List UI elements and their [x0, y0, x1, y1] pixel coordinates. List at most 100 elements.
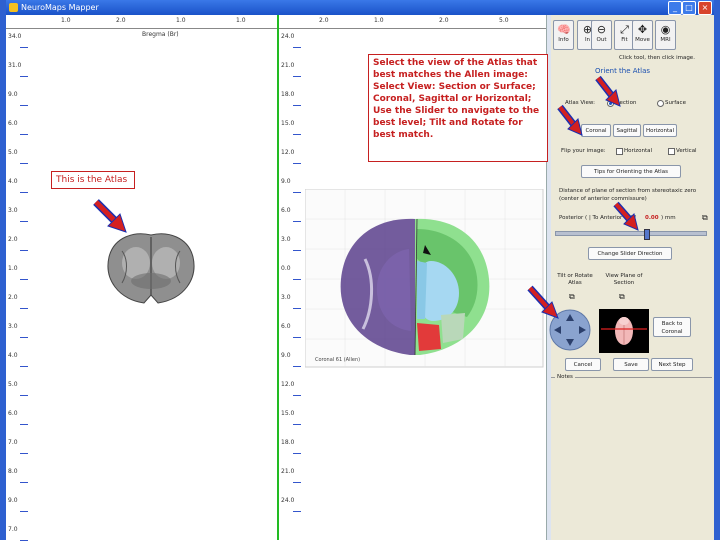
mri-icon: ◉ — [660, 23, 671, 36]
flip-vertical-checkbox[interactable] — [668, 148, 675, 155]
title-bar: NeuroMaps Mapper _ □ × — [6, 0, 714, 15]
tilt-help-icon[interactable]: ⧉ — [569, 292, 575, 302]
brain-plane-preview — [599, 309, 649, 353]
ruler-tick-label: 6.0 — [281, 207, 291, 214]
mri-tool-button[interactable]: ◉ MRI — [655, 20, 676, 50]
ruler-tick-label: 6.0 — [8, 410, 18, 417]
atlas-left-ruler: 34.0 31.0 9.0 6.0 5.0 4.0 3.0 2.0 1.0 2.0 3.0 4.0 5.… — [6, 29, 32, 541]
plane-help-icon[interactable]: ⧉ — [619, 292, 625, 302]
ruler-tick — [293, 511, 301, 512]
ruler-tick-label: 18.0 — [281, 91, 295, 98]
cancel-button[interactable]: Cancel — [565, 358, 601, 371]
change-slider-direction-button[interactable]: Change Slider Direction — [588, 247, 672, 260]
tool-label: Move — [635, 37, 650, 43]
tool-label: Fit — [621, 37, 628, 43]
ruler-tick-label: 31.0 — [8, 62, 22, 69]
ruler-tick — [20, 163, 28, 164]
ruler-tick — [293, 395, 301, 396]
ruler-tick-label: 18.0 — [281, 439, 295, 446]
ruler-tick — [20, 511, 28, 512]
ruler-tick-label: 3.0 — [8, 207, 18, 214]
atlas-top-tick: 1.0 — [176, 17, 186, 24]
ruler-tick — [293, 482, 301, 483]
window-title: NeuroMaps Mapper — [21, 3, 99, 12]
ruler-tick-label: 24.0 — [281, 497, 295, 504]
image-top-tick: 2.0 — [319, 17, 329, 24]
save-button[interactable]: Save — [613, 358, 649, 371]
tool-label: Info — [558, 37, 569, 43]
ruler-tick — [293, 424, 301, 425]
ruler-tick-label: 5.0 — [8, 149, 18, 156]
ruler-tick — [20, 47, 28, 48]
surface-radio[interactable] — [657, 100, 664, 107]
flip-label: Flip your image: — [561, 148, 606, 154]
ruler-tick — [20, 192, 28, 193]
level-slider-thumb[interactable] — [643, 229, 650, 240]
brain-icon: 🧠 — [557, 23, 571, 36]
position-value: 0.00 — [645, 215, 659, 221]
ruler-tick — [293, 163, 301, 164]
ruler-tick-label: 6.0 — [281, 323, 291, 330]
close-button[interactable]: × — [698, 1, 712, 15]
ruler-tick-label: 9.0 — [281, 352, 291, 359]
bregma-label: Bregma (Br) — [142, 31, 179, 38]
ruler-tick-label: 9.0 — [8, 91, 18, 98]
ruler-tick — [20, 395, 28, 396]
zoom-out-tool-button[interactable]: ⊖ Out — [591, 20, 612, 50]
ruler-tick-label: 1.0 — [8, 265, 18, 272]
ruler-tick — [20, 337, 28, 338]
ruler-tick-label: 34.0 — [8, 33, 22, 40]
ruler-tick-label: 3.0 — [281, 294, 291, 301]
ruler-tick-label: 4.0 — [8, 178, 18, 185]
flip-vertical-label: Vertical — [676, 148, 697, 154]
info-tool-button[interactable]: 🧠 Info — [553, 20, 574, 50]
ruler-tick — [293, 192, 301, 193]
ruler-tick — [293, 453, 301, 454]
next-step-button[interactable]: Next Step — [651, 358, 693, 371]
flip-horizontal-checkbox[interactable] — [616, 148, 623, 155]
ruler-tick-label: 9.0 — [8, 497, 18, 504]
image-left-ruler: 24.0 21.0 18.0 15.0 12.0 9.0 6.0 3.0 0.0 3.0 6.0 9.… — [279, 29, 305, 540]
app-icon — [9, 3, 18, 12]
maximize-button[interactable]: □ — [682, 1, 696, 15]
window-border-right — [714, 0, 720, 540]
position-unit: ) mm — [661, 215, 676, 221]
allen-reference-image[interactable]: Coronal 61 (Allen) — [305, 189, 545, 369]
zoom-out-icon: ⊖ — [596, 23, 607, 36]
ruler-tick — [20, 424, 28, 425]
move-tool-button[interactable]: ✥ Move — [632, 20, 653, 50]
ruler-tick-label: 9.0 — [281, 178, 291, 185]
ruler-tick — [293, 76, 301, 77]
ruler-tick-label: 15.0 — [281, 410, 295, 417]
surface-radio-label: Surface — [665, 100, 686, 106]
back-to-coronal-button[interactable]: Back to Coronal — [653, 317, 691, 337]
ruler-tick-label: 4.0 — [8, 352, 18, 359]
atlas-pane[interactable]: Bregma (Br) — [34, 29, 276, 540]
horizontal-plane-button[interactable]: Horizontal — [643, 124, 677, 137]
help-icon[interactable]: ⧉ — [702, 213, 708, 223]
tool-label: MRI — [660, 37, 671, 43]
ruler-tick — [20, 76, 28, 77]
ruler-tick — [293, 134, 301, 135]
ruler-tick — [293, 105, 301, 106]
notes-area[interactable]: Notes — [551, 374, 712, 538]
sagittal-button[interactable]: Sagittal — [613, 124, 641, 137]
arrow-to-atlas-icon — [93, 199, 127, 233]
atlas-brain-section[interactable] — [104, 229, 198, 309]
atlas-top-tick: 2.0 — [116, 17, 126, 24]
tool-label: Out — [596, 37, 607, 43]
move-icon: ✥ — [637, 23, 648, 36]
ruler-tick-label: 7.0 — [8, 526, 18, 533]
minimize-button[interactable]: _ — [668, 1, 682, 15]
ruler-tick — [20, 250, 28, 251]
tips-button[interactable]: Tips for Orienting the Atlas — [581, 165, 681, 178]
ruler-tick-label: 21.0 — [281, 468, 295, 475]
ruler-tick — [20, 308, 28, 309]
ruler-tick-label: 15.0 — [281, 120, 295, 127]
notes-label: Notes — [555, 374, 575, 380]
ruler-tick — [20, 482, 28, 483]
ruler-tick-label: 12.0 — [281, 381, 295, 388]
tool-hint: Click tool, then click image. — [619, 55, 695, 61]
flip-horizontal-label: Horizontal — [624, 148, 653, 154]
ruler-tick-label: 3.0 — [8, 323, 18, 330]
